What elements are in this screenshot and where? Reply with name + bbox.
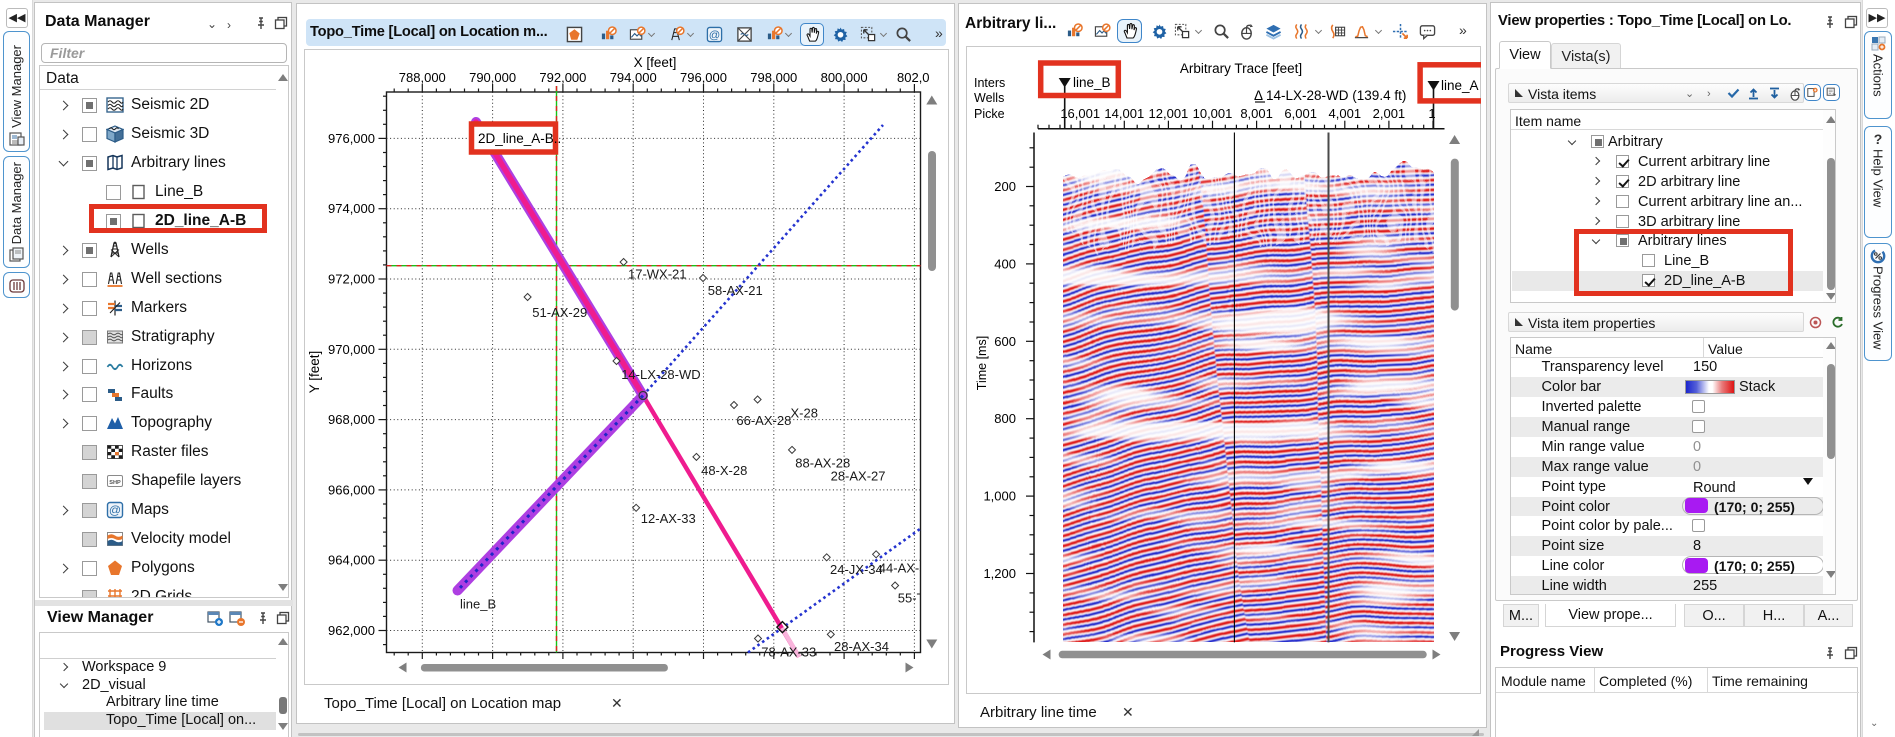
svg-text:970,000: 970,000 [328,342,375,357]
svg-text:794,000: 794,000 [610,70,657,85]
svg-text:58-AX-21: 58-AX-21 [708,283,763,298]
svg-text:1,200: 1,200 [983,566,1016,581]
svg-text:200: 200 [994,179,1016,194]
svg-text:X [feet]: X [feet] [634,55,677,70]
svg-text:2,001: 2,001 [1373,106,1406,121]
svg-text:802,0: 802,0 [897,70,930,85]
svg-text:974,000: 974,000 [328,201,375,216]
svg-text:800,000: 800,000 [821,70,868,85]
svg-text:Arbitrary Trace [feet]: Arbitrary Trace [feet] [1180,61,1302,76]
svg-text:972,000: 972,000 [328,272,375,287]
svg-text:48-X-28: 48-X-28 [701,463,747,478]
svg-text:Y [feet]: Y [feet] [307,351,322,394]
svg-text:14-LX-28-WD: 14-LX-28-WD [621,367,700,382]
svg-text:800: 800 [994,411,1016,426]
svg-text:X-28: X-28 [791,406,818,421]
svg-text:line_B: line_B [460,597,496,612]
svg-text:600: 600 [994,334,1016,349]
svg-text:968,000: 968,000 [328,412,375,427]
svg-text:line_A: line_A [1441,78,1479,93]
svg-text:6,001: 6,001 [1284,106,1317,121]
svg-text:16,001: 16,001 [1060,106,1100,121]
svg-text:798,000: 798,000 [750,70,797,85]
svg-text:Wells: Wells [974,91,1004,105]
svg-text:4,001: 4,001 [1329,106,1362,121]
svg-text:400: 400 [994,256,1016,271]
svg-text:24-JX-34: 24-JX-34 [830,562,883,577]
svg-text:966,000: 966,000 [328,482,375,497]
svg-text:Δ 14-LX-28-WD (139.4 ft): Δ 14-LX-28-WD (139.4 ft) [1254,88,1406,103]
svg-text:28-AX-34: 28-AX-34 [834,639,889,654]
svg-text:962,000: 962,000 [328,623,375,638]
svg-text:790,000: 790,000 [469,70,516,85]
svg-text:788,000: 788,000 [399,70,446,85]
svg-text:1,000: 1,000 [983,489,1016,504]
svg-text:Inters: Inters [974,76,1005,90]
svg-text:55-T: 55-T [898,591,925,606]
svg-text:17-WX-21: 17-WX-21 [628,267,687,282]
svg-text:964,000: 964,000 [328,553,375,568]
svg-text:51-AX-29: 51-AX-29 [532,305,587,320]
svg-text:1: 1 [1428,106,1435,121]
svg-text:12,001: 12,001 [1149,106,1189,121]
svg-text:Time [ms]: Time [ms] [975,336,989,390]
svg-text:66-AX-28: 66-AX-28 [736,413,791,428]
svg-text:12-AX-33: 12-AX-33 [641,511,696,526]
svg-text:976,000: 976,000 [328,131,375,146]
svg-text:44-AX-3: 44-AX-3 [879,560,927,575]
svg-text:Picke: Picke [974,107,1005,121]
svg-text:796,000: 796,000 [680,70,727,85]
svg-text:line_B: line_B [1073,75,1111,90]
svg-text:792,000: 792,000 [539,70,586,85]
svg-text:2D_line_A-B..: 2D_line_A-B.. [478,131,561,146]
svg-text:28-AX-27: 28-AX-27 [831,469,886,484]
svg-text:14,001: 14,001 [1104,106,1144,121]
svg-text:10,001: 10,001 [1193,106,1233,121]
svg-text:78-AX-33: 78-AX-33 [761,645,816,660]
svg-text:8,001: 8,001 [1240,106,1273,121]
